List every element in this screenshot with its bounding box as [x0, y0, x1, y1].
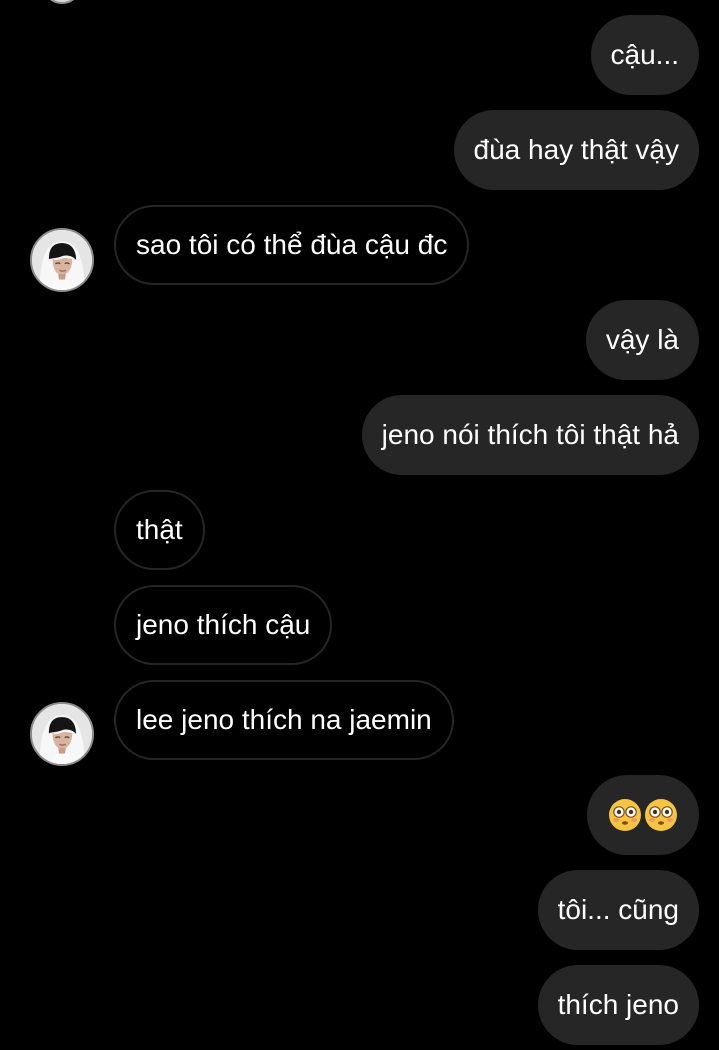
outgoing-emoji-message[interactable]	[587, 775, 699, 855]
avatar-photo-icon	[32, 230, 92, 290]
message-text: vậy là	[605, 324, 679, 355]
message-thread: cậu... đùa hay thật vậy sao tôi có thể đ…	[0, 0, 719, 1050]
incoming-message[interactable]: sao tôi có thể đùa cậu đc	[114, 205, 470, 285]
emoji-content	[608, 798, 678, 832]
message-text: cậu...	[610, 39, 679, 70]
message-text: lee jeno thích na jaemin	[136, 704, 432, 735]
contact-avatar[interactable]	[30, 228, 94, 292]
message-text: thật	[136, 514, 183, 545]
incoming-message[interactable]: jeno thích cậu	[114, 585, 333, 665]
incoming-message[interactable]: lee jeno thích na jaemin	[114, 680, 454, 760]
outgoing-message[interactable]: jeno nói thích tôi thật hả	[361, 395, 699, 475]
message-text: đùa hay thật vậy	[473, 134, 679, 165]
outgoing-message[interactable]: vậy là	[585, 300, 699, 380]
outgoing-message[interactable]: đùa hay thật vậy	[453, 110, 699, 190]
message-text: thích jeno	[557, 989, 679, 1020]
outgoing-message[interactable]: thích jeno	[537, 965, 699, 1045]
outgoing-message[interactable]: tôi... cũng	[537, 870, 699, 950]
incoming-message[interactable]: thật	[114, 490, 205, 570]
contact-avatar[interactable]	[30, 702, 94, 766]
message-text: sao tôi có thể đùa cậu đc	[136, 229, 448, 260]
flushed-face-icon	[609, 799, 641, 831]
outgoing-message[interactable]: cậu...	[590, 15, 699, 95]
message-text: jeno nói thích tôi thật hả	[381, 419, 679, 450]
avatar-photo-icon	[32, 704, 92, 764]
message-text: tôi... cũng	[557, 894, 679, 925]
flushed-face-icon	[645, 799, 677, 831]
message-text: jeno thích cậu	[136, 609, 311, 640]
